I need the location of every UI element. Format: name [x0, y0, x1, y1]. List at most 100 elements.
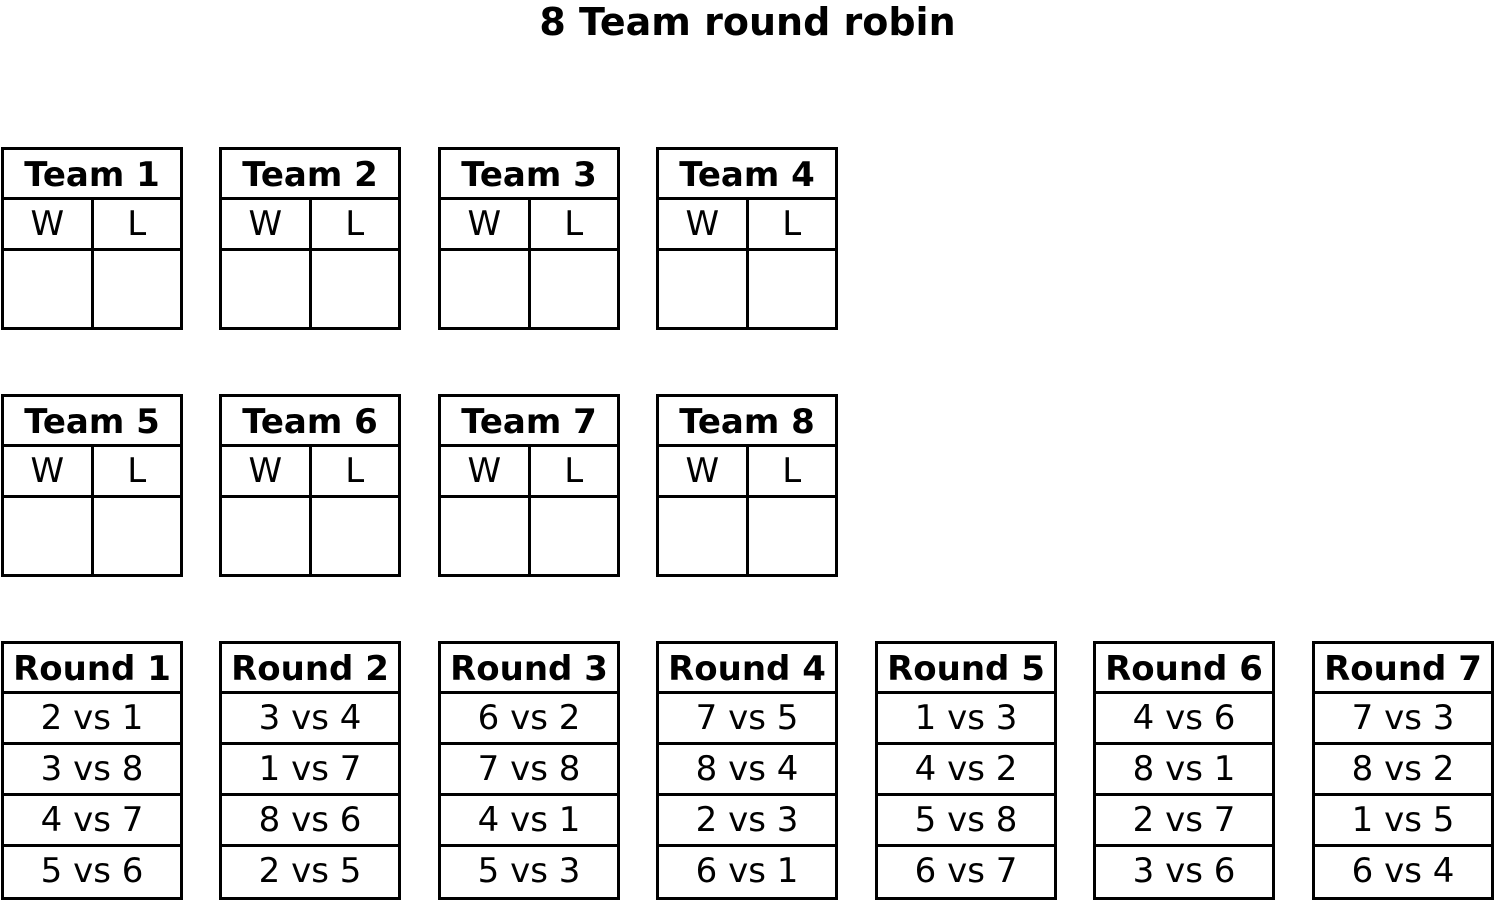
match-row: 4 vs 1 — [441, 796, 617, 847]
match-row: 4 vs 7 — [4, 796, 180, 847]
record-header: WL — [441, 447, 617, 498]
win-count-cell[interactable] — [659, 498, 749, 574]
match-row: 1 vs 7 — [222, 745, 398, 796]
win-label: W — [659, 447, 749, 495]
match-row: 6 vs 2 — [441, 694, 617, 745]
round-card: Round 36 vs 27 vs 84 vs 15 vs 3 — [438, 641, 620, 900]
round-card: Round 64 vs 68 vs 12 vs 73 vs 6 — [1093, 641, 1275, 900]
record-header: WL — [4, 447, 180, 498]
win-label: W — [4, 447, 94, 495]
match-row: 3 vs 6 — [1132, 851, 1236, 891]
match-row: 2 vs 5 — [258, 851, 362, 891]
match-row: 2 vs 1 — [4, 694, 180, 745]
team-card: Team 2WL — [219, 147, 401, 330]
win-count-cell[interactable] — [4, 251, 94, 327]
match-row: 7 vs 3 — [1315, 694, 1491, 745]
win-count-cell[interactable] — [222, 251, 312, 327]
loss-count-cell[interactable] — [312, 251, 399, 327]
round-name: Round 3 — [441, 644, 617, 694]
match-row: 7 vs 5 — [659, 694, 835, 745]
team-card: Team 6WL — [219, 394, 401, 577]
round-name: Round 7 — [1315, 644, 1491, 694]
loss-count-cell[interactable] — [94, 251, 181, 327]
record-values — [222, 251, 398, 327]
record-values — [4, 498, 180, 574]
round-name: Round 2 — [222, 644, 398, 694]
match-row: 6 vs 1 — [695, 851, 799, 891]
match-row: 1 vs 5 — [1315, 796, 1491, 847]
record-values — [4, 251, 180, 327]
win-count-cell[interactable] — [4, 498, 94, 574]
loss-label: L — [127, 204, 147, 244]
round-card: Round 51 vs 34 vs 25 vs 86 vs 7 — [875, 641, 1057, 900]
match-row: 8 vs 1 — [1096, 745, 1272, 796]
win-label: W — [222, 447, 312, 495]
team-card: Team 4WL — [656, 147, 838, 330]
record-header: WL — [222, 447, 398, 498]
win-count-cell[interactable] — [441, 498, 531, 574]
match-row: 8 vs 2 — [1315, 745, 1491, 796]
loss-count-cell[interactable] — [531, 251, 618, 327]
match-row: 1 vs 3 — [878, 694, 1054, 745]
round-card: Round 77 vs 38 vs 21 vs 56 vs 4 — [1312, 641, 1494, 900]
team-name: Team 5 — [4, 397, 180, 447]
record-header: WL — [659, 447, 835, 498]
round-name: Round 6 — [1096, 644, 1272, 694]
record-header: WL — [4, 200, 180, 251]
match-row: 2 vs 7 — [1096, 796, 1272, 847]
match-row: 3 vs 4 — [222, 694, 398, 745]
win-label: W — [4, 200, 94, 248]
record-values — [659, 251, 835, 327]
win-label: W — [441, 200, 531, 248]
match-row: 6 vs 4 — [1351, 851, 1455, 891]
loss-count-cell[interactable] — [749, 251, 836, 327]
team-card: Team 8WL — [656, 394, 838, 577]
match-row: 7 vs 8 — [441, 745, 617, 796]
loss-count-cell[interactable] — [94, 498, 181, 574]
team-name: Team 8 — [659, 397, 835, 447]
loss-label: L — [345, 451, 365, 491]
match-row: 5 vs 6 — [40, 851, 144, 891]
loss-label: L — [564, 204, 584, 244]
page-title: 8 Team round robin — [539, 0, 956, 44]
match-row: 4 vs 2 — [878, 745, 1054, 796]
round-card: Round 23 vs 41 vs 78 vs 62 vs 5 — [219, 641, 401, 900]
record-header: WL — [441, 200, 617, 251]
match-row: 5 vs 8 — [878, 796, 1054, 847]
team-card: Team 7WL — [438, 394, 620, 577]
record-header: WL — [659, 200, 835, 251]
match-row: 3 vs 8 — [4, 745, 180, 796]
round-card: Round 12 vs 13 vs 84 vs 75 vs 6 — [1, 641, 183, 900]
loss-count-cell[interactable] — [531, 498, 618, 574]
loss-count-cell[interactable] — [749, 498, 836, 574]
record-values — [222, 498, 398, 574]
win-count-cell[interactable] — [441, 251, 531, 327]
team-name: Team 1 — [4, 150, 180, 200]
team-card: Team 5WL — [1, 394, 183, 577]
match-row: 4 vs 6 — [1096, 694, 1272, 745]
loss-label: L — [345, 204, 365, 244]
match-row: 5 vs 3 — [477, 851, 581, 891]
team-name: Team 3 — [441, 150, 617, 200]
win-count-cell[interactable] — [222, 498, 312, 574]
win-label: W — [222, 200, 312, 248]
round-name: Round 4 — [659, 644, 835, 694]
record-values — [441, 498, 617, 574]
team-name: Team 7 — [441, 397, 617, 447]
round-name: Round 5 — [878, 644, 1054, 694]
win-label: W — [659, 200, 749, 248]
round-card: Round 47 vs 58 vs 42 vs 36 vs 1 — [656, 641, 838, 900]
loss-label: L — [782, 204, 802, 244]
team-card: Team 1WL — [1, 147, 183, 330]
team-card: Team 3WL — [438, 147, 620, 330]
team-name: Team 2 — [222, 150, 398, 200]
match-row: 8 vs 6 — [222, 796, 398, 847]
record-values — [441, 251, 617, 327]
team-name: Team 6 — [222, 397, 398, 447]
loss-label: L — [564, 451, 584, 491]
win-count-cell[interactable] — [659, 251, 749, 327]
record-values — [659, 498, 835, 574]
loss-count-cell[interactable] — [312, 498, 399, 574]
match-row: 2 vs 3 — [659, 796, 835, 847]
round-name: Round 1 — [4, 644, 180, 694]
